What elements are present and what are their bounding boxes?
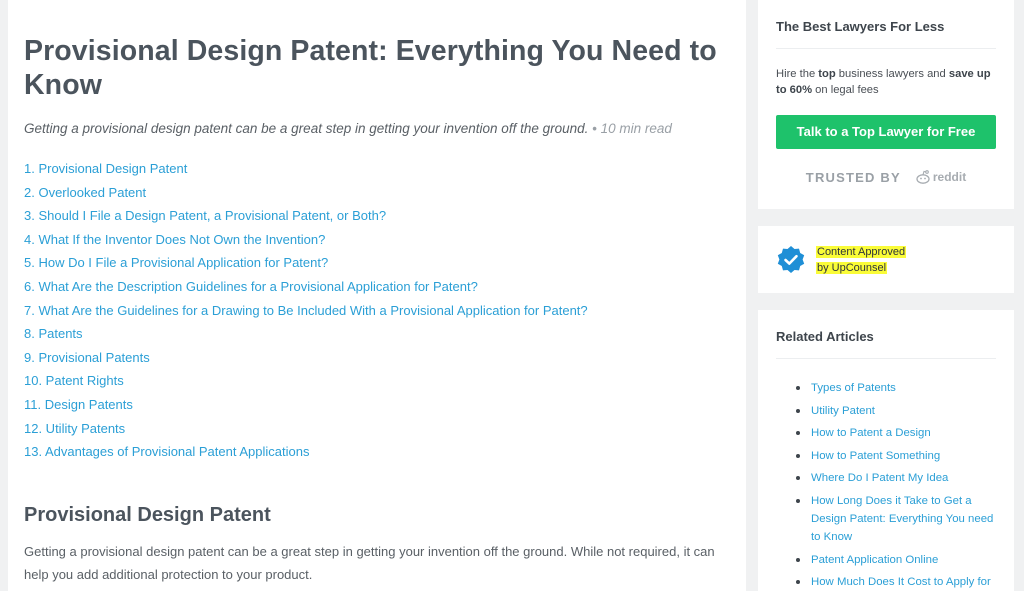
toc-item[interactable]: 8. Patents [24,322,730,346]
toc-link[interactable]: 8. Patents [24,326,83,341]
related-link[interactable]: Where Do I Patent My Idea [811,472,948,484]
content-approved-text: Content Approved by UpCounsel [816,244,907,276]
divider [776,48,996,49]
toc-link[interactable]: 4. What If the Inventor Does Not Own the… [24,232,325,247]
related-link[interactable]: Patent Application Online [811,554,938,566]
section-heading: Provisional Design Patent [24,503,271,526]
text-post: on legal fees [812,84,879,96]
reddit-wordmark: reddit [932,170,967,184]
section-body: Getting a provisional design patent can … [24,543,715,582]
list-item[interactable]: Patent Application Online [796,551,996,569]
toc-link[interactable]: 2. Overlooked Patent [24,185,146,200]
toc-item[interactable]: 5. How Do I File a Provisional Applicati… [24,251,730,275]
toc-link[interactable]: 9. Provisional Patents [24,350,150,365]
related-articles-list: Types of Patents Utility Patent How to P… [776,379,996,591]
toc-item[interactable]: 11. Design Patents [24,393,730,417]
related-link[interactable]: Types of Patents [811,382,896,394]
related-link[interactable]: How to Patent a Design [811,427,931,439]
toc-item[interactable]: 7. What Are the Guidelines for a Drawing… [24,299,730,323]
related-link[interactable]: Utility Patent [811,405,875,417]
list-item[interactable]: How Much Does It Cost to Apply for [796,573,996,591]
read-time: • 10 min read [588,121,672,136]
list-item[interactable]: How Long Does it Take to Get a Design Pa… [796,492,996,546]
list-item[interactable]: Utility Patent [796,402,996,420]
table-of-contents: 1. Provisional Design Patent 2. Overlook… [24,157,730,464]
best-lawyers-card: The Best Lawyers For Less Hire the top b… [758,0,1014,209]
toc-link[interactable]: 5. How Do I File a Provisional Applicati… [24,255,328,270]
list-item[interactable]: Where Do I Patent My Idea [796,469,996,487]
toc-item[interactable]: 3. Should I File a Design Patent, a Prov… [24,204,730,228]
text-mid: business lawyers and [835,68,949,80]
toc-item[interactable]: 6. What Are the Description Guidelines f… [24,275,730,299]
related-link[interactable]: How to Patent Something [811,450,940,462]
toc-item[interactable]: 10. Patent Rights [24,369,730,393]
lawyers-card-heading: The Best Lawyers For Less [776,19,945,34]
reddit-alien-icon [916,170,930,184]
text-pre: Hire the [776,68,819,80]
related-articles-card: Related Articles Types of Patents Utilit… [758,310,1014,591]
text-bold-top: top [818,68,836,80]
related-link[interactable]: How Much Does It Cost to Apply for [811,576,991,588]
article-subtitle: Getting a provisional design patent can … [24,121,730,136]
list-item[interactable]: How to Patent a Design [796,424,996,442]
trusted-by-label: TRUSTED BY [805,169,901,185]
reddit-logo: reddit [915,169,966,185]
toc-item[interactable]: 2. Overlooked Patent [24,181,730,205]
list-item[interactable]: How to Patent Something [796,447,996,465]
toc-link[interactable]: 10. Patent Rights [24,373,124,388]
toc-item[interactable]: 4. What If the Inventor Does Not Own the… [24,228,730,252]
toc-link[interactable]: 1. Provisional Design Patent [24,161,187,176]
toc-link[interactable]: 6. What Are the Description Guidelines f… [24,279,478,294]
toc-link[interactable]: 3. Should I File a Design Patent, a Prov… [24,208,386,223]
toc-link[interactable]: 11. Design Patents [24,397,133,412]
content-approved-card: Content Approved by UpCounsel [758,226,1014,293]
divider [776,358,996,359]
related-link[interactable]: How Long Does it Take to Get a Design Pa… [811,495,993,543]
toc-link[interactable]: 12. Utility Patents [24,421,125,436]
article-main: Provisional Design Patent: Everything Yo… [8,0,746,591]
approved-line-2: by UpCounsel [816,261,888,274]
list-item[interactable]: Types of Patents [796,379,996,397]
check-badge-icon [777,245,805,273]
toc-item[interactable]: 13. Advantages of Provisional Patent App… [24,440,730,464]
trusted-by: TRUSTED BY reddit [776,169,996,185]
lawyers-card-text: Hire the top business lawyers and save u… [776,66,996,98]
toc-item[interactable]: 1. Provisional Design Patent [24,157,730,181]
subtitle-text: Getting a provisional design patent can … [24,121,589,136]
approved-line-1: Content Approved [816,245,907,258]
toc-link[interactable]: 13. Advantages of Provisional Patent App… [24,444,309,459]
toc-link[interactable]: 7. What Are the Guidelines for a Drawing… [24,303,588,318]
article-title: Provisional Design Patent: Everything Yo… [24,35,717,101]
toc-item[interactable]: 12. Utility Patents [24,417,730,441]
talk-to-lawyer-button[interactable]: Talk to a Top Lawyer for Free [776,115,996,149]
related-articles-heading: Related Articles [776,329,874,344]
toc-item[interactable]: 9. Provisional Patents [24,346,730,370]
